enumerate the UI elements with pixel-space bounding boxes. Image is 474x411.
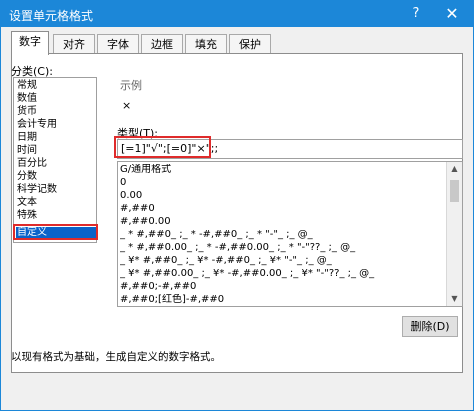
category-item-number[interactable]: 数值	[16, 93, 96, 105]
format-cells-dialog: 设置单元格格式 ? ✕ 数字 对齐 字体 边框 填充 保护 分类(C): 常规 …	[0, 0, 474, 411]
format-list-scrollbar[interactable]: ▲ ▼	[446, 162, 462, 306]
scroll-thumb[interactable]	[450, 180, 459, 202]
format-item[interactable]: _ ¥* #,##0.00_ ;_ ¥* -#,##0.00_ ;_ ¥* "-…	[120, 268, 442, 280]
category-item-general[interactable]: 常规	[16, 80, 96, 92]
format-item[interactable]: #,##0.00	[120, 216, 442, 228]
category-item-scientific[interactable]: 科学记数	[16, 184, 96, 196]
format-item[interactable]: _ ¥* #,##0_ ;_ ¥* -#,##0_ ;_ ¥* "-"_ ;_ …	[120, 255, 442, 267]
category-item-fraction[interactable]: 分数	[16, 171, 96, 183]
sample-label: 示例	[120, 79, 142, 92]
title-bar[interactable]: 设置单元格格式 ? ✕	[1, 1, 473, 27]
format-item[interactable]: _ * #,##0_ ;_ * -#,##0_ ;_ * "-"_ ;_ @_	[120, 229, 442, 241]
format-item[interactable]: 0	[120, 177, 442, 189]
delete-button[interactable]: 删除(D)	[402, 316, 458, 337]
category-item-time[interactable]: 时间	[16, 145, 96, 157]
tab-fill[interactable]: 填充	[185, 34, 227, 54]
category-item-special[interactable]: 特殊	[16, 210, 96, 222]
format-item[interactable]: _ * #,##0.00_ ;_ * -#,##0.00_ ;_ * "-"??…	[120, 242, 442, 254]
format-item[interactable]: G/通用格式	[120, 164, 442, 176]
scroll-down-icon[interactable]: ▼	[447, 292, 462, 306]
category-list[interactable]: 常规 数值 货币 会计专用 日期 时间 百分比 分数 科学记数 文本 特殊 自定…	[13, 77, 97, 243]
category-item-percentage[interactable]: 百分比	[16, 158, 96, 170]
category-item-text[interactable]: 文本	[16, 197, 96, 209]
close-icon[interactable]: ✕	[439, 4, 465, 24]
type-input[interactable]: [=1]"√";[=0]"×";;	[117, 139, 463, 159]
sample-value: ×	[122, 99, 132, 112]
category-item-custom[interactable]: 自定义	[16, 227, 96, 239]
format-description: 以现有格式为基础，生成自定义的数字格式。	[11, 351, 221, 363]
format-item[interactable]: 0.00	[120, 190, 442, 202]
dialog-title: 设置单元格格式	[9, 9, 94, 23]
tab-border[interactable]: 边框	[141, 34, 183, 54]
category-item-currency[interactable]: 货币	[16, 106, 96, 118]
format-item[interactable]: #,##0	[120, 203, 442, 215]
tab-font[interactable]: 字体	[97, 34, 139, 54]
tab-number[interactable]: 数字	[11, 31, 49, 55]
help-icon[interactable]: ?	[403, 4, 429, 24]
category-item-date[interactable]: 日期	[16, 132, 96, 144]
format-item[interactable]: #,##0;-#,##0	[120, 281, 442, 293]
format-list[interactable]: G/通用格式 0 0.00 #,##0 #,##0.00 _ * #,##0_ …	[117, 161, 463, 307]
tab-alignment[interactable]: 对齐	[53, 34, 95, 54]
scroll-up-icon[interactable]: ▲	[447, 162, 462, 176]
format-item[interactable]: #,##0;[红色]-#,##0	[120, 294, 442, 306]
category-item-accounting[interactable]: 会计专用	[16, 119, 96, 131]
tab-protection[interactable]: 保护	[229, 34, 271, 54]
